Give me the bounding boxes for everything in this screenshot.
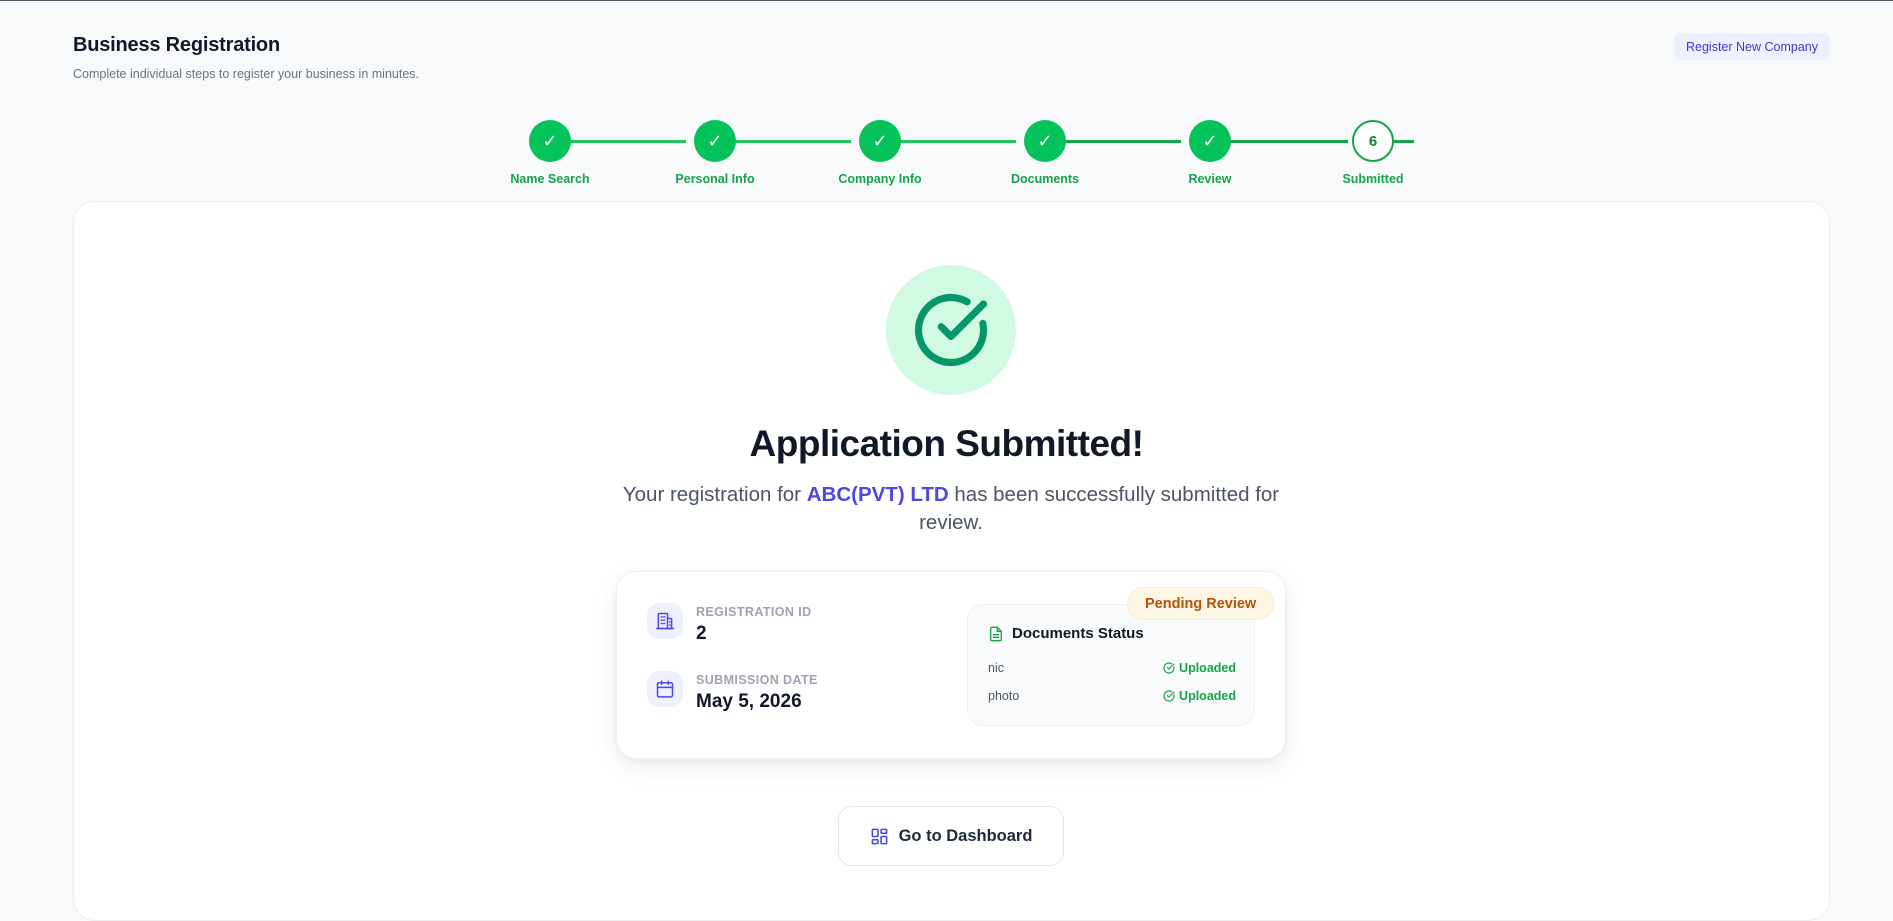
step-number: 6 [1352, 120, 1394, 162]
go-to-dashboard-label: Go to Dashboard [898, 826, 1033, 845]
check-circle-icon [1163, 690, 1175, 702]
submission-date-label: SUBMISSION DATE [696, 673, 818, 687]
step-label: Name Search [510, 172, 590, 186]
document-name: nic [988, 661, 1004, 675]
page-header: Business Registration Complete individua… [73, 34, 419, 81]
step-label: Submitted [1342, 172, 1404, 186]
registration-page: Business Registration Complete individua… [0, 0, 1893, 921]
success-message: Your registration for ABC(PVT) LTD has b… [616, 481, 1286, 537]
page-title: Business Registration [73, 34, 280, 56]
message-prefix: Your registration for [622, 483, 802, 506]
document-status-text: Uploaded [1179, 661, 1236, 675]
document-name: photo [988, 689, 1020, 703]
step-check-icon: ✓ [1024, 120, 1066, 162]
step-check-icon: ✓ [859, 120, 901, 162]
go-to-dashboard-button[interactable]: Go to Dashboard [838, 806, 1064, 866]
message-suffix: has been successfully submitted for revi… [919, 483, 1280, 534]
step-label: Company Info [838, 172, 922, 186]
submission-summary: REGISTRATION ID 2 SUBMISSION DATE May 5,… [616, 571, 1286, 759]
document-status-text: Uploaded [1179, 689, 1236, 703]
step-check-icon: ✓ [694, 120, 736, 162]
documents-status-title: Documents Status [1012, 625, 1144, 642]
registration-id-label: REGISTRATION ID [696, 605, 812, 619]
submission-date-row: SUBMISSION DATE May 5, 2026 [647, 671, 818, 713]
progress-stepper: ✓ Name Search ✓ Personal Info ✓ Company … [490, 118, 1420, 188]
step-check-icon: ✓ [1189, 120, 1231, 162]
document-icon [990, 626, 1002, 641]
dashboard-icon [871, 828, 887, 844]
step-review: ✓ Review [1150, 120, 1270, 186]
submission-date-value: May 5, 2026 [696, 691, 802, 712]
company-name: ABC(PVT) LTD [806, 483, 949, 506]
success-title: Application Submitted! [749, 423, 1144, 464]
document-status: Uploaded [1163, 689, 1236, 703]
step-check-icon: ✓ [529, 120, 571, 162]
register-new-company-button[interactable]: Register New Company [1674, 33, 1830, 60]
step-name-search: ✓ Name Search [490, 120, 610, 186]
page-subtitle: Complete individual steps to register yo… [73, 67, 420, 81]
registration-id-value: 2 [696, 623, 707, 644]
building-icon [647, 603, 683, 639]
step-personal-info: ✓ Personal Info [655, 120, 775, 186]
step-label: Personal Info [675, 172, 755, 186]
documents-status-panel: Documents Status nic Uploaded photo Uplo… [967, 604, 1255, 726]
calendar-icon [647, 671, 683, 707]
status-badge: Pending Review [1127, 587, 1275, 620]
document-row: photo Uploaded [988, 689, 1236, 703]
step-company-info: ✓ Company Info [820, 120, 940, 186]
top-border [0, 0, 1893, 1]
check-circle-icon [1163, 662, 1175, 674]
success-badge [886, 265, 1016, 395]
check-circle-icon [914, 293, 988, 367]
document-row: nic Uploaded [988, 661, 1236, 675]
step-label: Review [1188, 172, 1232, 186]
registration-id-row: REGISTRATION ID 2 [647, 603, 812, 645]
step-submitted: 6 Submitted [1313, 120, 1433, 186]
step-documents: ✓ Documents [985, 120, 1105, 186]
step-label: Documents [1010, 172, 1080, 186]
documents-status-header: Documents Status [988, 625, 1144, 642]
document-status: Uploaded [1163, 661, 1236, 675]
